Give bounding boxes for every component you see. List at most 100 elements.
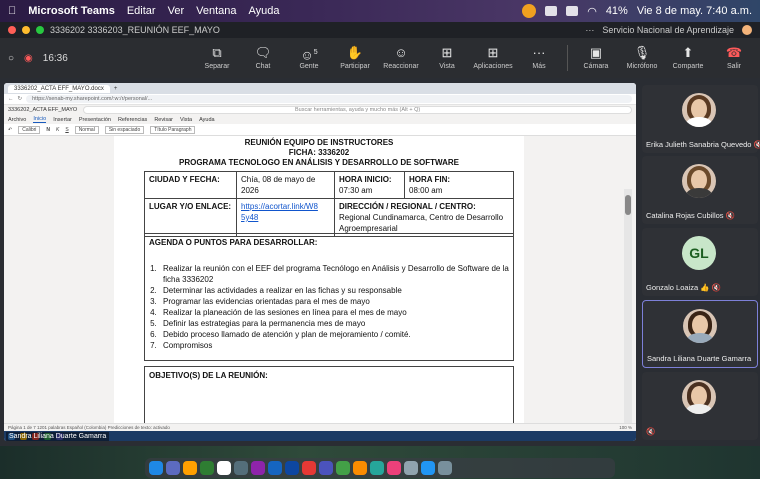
- bold-icon[interactable]: N: [46, 127, 50, 133]
- recording-icon: ◉: [24, 52, 33, 64]
- maximize-window-icon[interactable]: [36, 26, 44, 34]
- direccion-cell: DIRECCIÓN / REGIONAL / CENTRO: Regional C…: [334, 198, 514, 237]
- participant-tile[interactable]: 🔇: [642, 372, 758, 440]
- participant-name: Gonzalo Loaiza 👍 🔇: [646, 283, 721, 292]
- url-field[interactable]: https://senab-my.sharepoint.com/:w:/r/pe…: [26, 95, 632, 103]
- menubar-app-name[interactable]: Microsoft Teams: [28, 5, 115, 17]
- menu-ver[interactable]: Ver: [168, 5, 185, 17]
- mic-off-icon: 🔇: [725, 211, 735, 220]
- status-icon-2[interactable]: [566, 6, 579, 16]
- record-icon[interactable]: [522, 4, 537, 18]
- undo-icon[interactable]: ↶: [8, 127, 12, 133]
- scroll-thumb[interactable]: [625, 195, 631, 215]
- document-scrollbar[interactable]: [624, 189, 632, 441]
- word-search[interactable]: Buscar herramientas, ayuda y mucho más (…: [83, 106, 632, 114]
- style-sin-espaciado[interactable]: Sin espaciado: [104, 125, 145, 134]
- document-header: REUNIÓN EQUIPO DE INSTRUCTORES FICHA: 33…: [178, 138, 459, 167]
- list-item: Determinar las actividades a realizar en…: [159, 285, 509, 296]
- menu-ventana[interactable]: Ventana: [196, 5, 236, 17]
- calendar-icon[interactable]: [217, 461, 231, 475]
- more-button[interactable]: ··· Más: [521, 45, 557, 71]
- menu-vista[interactable]: Vista: [180, 117, 192, 123]
- raise-hand-button[interactable]: ✋ Participar: [337, 46, 373, 71]
- chrome-icon[interactable]: [183, 461, 197, 475]
- profile-avatar[interactable]: [742, 25, 752, 35]
- more-icon: ···: [532, 45, 546, 60]
- window-titlebar: 3336202 3336203_REUNIÓN EEF_MAYO ··· Ser…: [0, 22, 760, 38]
- menu-insertar[interactable]: Insertar: [53, 117, 72, 123]
- menu-inicio[interactable]: Inicio: [33, 116, 47, 123]
- podcasts-icon[interactable]: [251, 461, 265, 475]
- youtube-icon[interactable]: [302, 461, 316, 475]
- view-button[interactable]: ⊞ Vista: [429, 46, 465, 71]
- meeting-timer: 16:36: [42, 52, 68, 64]
- react-button[interactable]: ☺ Reaccionar: [383, 46, 419, 71]
- menu-ayuda[interactable]: Ayuda: [199, 117, 215, 123]
- datetime[interactable]: Vie 8 de may. 7:40 a.m.: [637, 5, 752, 17]
- menubar-status: ◠ 41% Vie 8 de may. 7:40 a.m.: [522, 4, 752, 18]
- objetivo-section: OBJETIVO(S) DE LA REUNIÓN:: [144, 366, 514, 423]
- list-item: Realizar la reunión con el EEF del progr…: [159, 263, 509, 285]
- participant-tile[interactable]: Erika Julieth Sanabria Quevedo 🔇: [642, 85, 760, 153]
- excel-icon[interactable]: [336, 461, 350, 475]
- minimize-window-icon[interactable]: [22, 26, 30, 34]
- mic-off-icon: 🔇: [711, 283, 721, 292]
- lugar-link[interactable]: https://acortar.link/W8 5y48: [236, 198, 335, 237]
- wifi-icon[interactable]: ◠: [587, 5, 597, 18]
- chat-button[interactable]: 🗨 Chat: [245, 46, 281, 71]
- mic-button[interactable]: 🎙 Micrófono: [624, 46, 660, 71]
- maps-icon[interactable]: [370, 461, 384, 475]
- participant-tile-active[interactable]: Sandra Liliana Duarte Gamarra: [642, 300, 758, 368]
- music-icon[interactable]: [387, 461, 401, 475]
- lugar-label: LUGAR Y/O ENLACE:: [144, 198, 237, 237]
- vscode-icon[interactable]: [268, 461, 282, 475]
- more-icon[interactable]: ···: [585, 25, 594, 35]
- italic-icon[interactable]: K: [56, 127, 59, 133]
- document-area: REUNIÓN EQUIPO DE INSTRUCTORES FICHA: 33…: [4, 136, 636, 441]
- font-select[interactable]: Calibri: [18, 125, 41, 134]
- underline-icon[interactable]: S: [65, 127, 68, 133]
- doc-name: 3336202_ACTA EFF_MAYO: [8, 107, 78, 113]
- browser-address-bar: ← ↻ https://senab-my.sharepoint.com/:w:/…: [4, 94, 636, 105]
- participant-tile[interactable]: Catalina Rojas Cubillos 🔇: [642, 156, 758, 224]
- apps-button[interactable]: ⊞ Aplicaciones: [473, 46, 512, 71]
- menu-presentacion[interactable]: Presentación: [79, 117, 111, 123]
- close-window-icon[interactable]: [8, 26, 16, 34]
- document-page[interactable]: REUNIÓN EQUIPO DE INSTRUCTORES FICHA: 33…: [114, 136, 524, 423]
- trash-icon[interactable]: [438, 461, 452, 475]
- menu-revisar[interactable]: Revisar: [154, 117, 173, 123]
- agenda-section: AGENDA O PUNTOS PARA DESARROLLAR: Realiz…: [144, 233, 514, 361]
- terminal-icon[interactable]: [404, 461, 418, 475]
- menu-archivo[interactable]: Archivo: [8, 117, 26, 123]
- people-button[interactable]: ☺5 Gente: [291, 46, 327, 70]
- reload-icon[interactable]: ↻: [18, 96, 23, 102]
- thumbs-up-icon: 👍: [700, 283, 710, 292]
- launchpad-icon[interactable]: [166, 461, 180, 475]
- browser-tab[interactable]: 3336202_ACTA EFF_MAYO.docx: [8, 84, 110, 93]
- settings-icon[interactable]: [234, 461, 248, 475]
- camera-button[interactable]: ▣ Cámara: [578, 46, 614, 71]
- finder-icon[interactable]: [149, 461, 163, 475]
- style-titulo[interactable]: Título Paragraph: [150, 125, 196, 134]
- participant-tile[interactable]: GL Gonzalo Loaiza 👍 🔇: [642, 228, 758, 296]
- folder-icon[interactable]: [421, 461, 435, 475]
- word-icon[interactable]: [285, 461, 299, 475]
- menu-referencias[interactable]: Referencias: [118, 117, 147, 123]
- new-tab-icon[interactable]: +: [114, 86, 118, 92]
- word-menu: Archivo Inicio Insertar Presentación Ref…: [4, 115, 636, 124]
- battery-text[interactable]: 41%: [606, 5, 628, 17]
- status-icon-1[interactable]: [545, 6, 558, 16]
- whatsapp-icon[interactable]: [200, 461, 214, 475]
- powerpoint-icon[interactable]: [353, 461, 367, 475]
- menu-ayuda[interactable]: Ayuda: [248, 5, 279, 17]
- menu-editar[interactable]: Editar: [127, 5, 156, 17]
- back-icon[interactable]: ←: [8, 96, 14, 102]
- separate-button[interactable]: ⧉ Separar: [199, 46, 235, 71]
- leave-button[interactable]: ☎ Salir: [716, 46, 752, 71]
- apple-icon[interactable]: : [8, 5, 16, 17]
- share-button[interactable]: ⬆ Comparte: [670, 46, 706, 71]
- teams-icon[interactable]: [319, 461, 333, 475]
- zoom-level[interactable]: 100 %: [619, 425, 632, 430]
- participant-photo: [683, 309, 717, 343]
- style-normal[interactable]: Normal: [74, 125, 99, 134]
